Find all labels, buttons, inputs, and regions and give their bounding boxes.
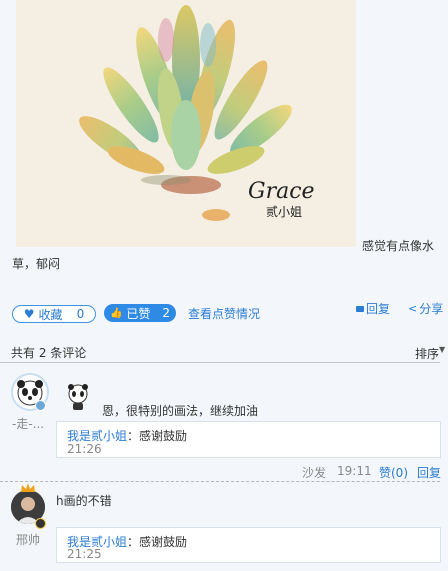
user-badge-icon bbox=[35, 400, 46, 411]
comment-count: 共有 2 条评论 bbox=[11, 346, 87, 360]
favorite-label: 收藏 bbox=[38, 307, 63, 322]
thumbs-up-icon: 👍 bbox=[109, 307, 123, 319]
reply-label: 回复 bbox=[366, 302, 391, 316]
reply-post-button[interactable]: 回复 bbox=[356, 300, 390, 317]
comment-username[interactable]: 邢帅 bbox=[16, 531, 40, 548]
comment-icon bbox=[356, 305, 364, 312]
post-caption-line1: 感觉有点像水 bbox=[362, 239, 435, 253]
reply-time: 21:25 bbox=[67, 547, 102, 561]
user-badge-icon bbox=[35, 518, 46, 529]
reply-box: 我是贰小姐：感谢鼓励 21:25 bbox=[56, 527, 441, 563]
comment-text: h画的不错 bbox=[56, 494, 112, 508]
comment-floor: 沙发 bbox=[302, 466, 327, 480]
reply-text: ：感谢鼓励 bbox=[127, 535, 188, 549]
artwork-author: 贰小姐 bbox=[266, 204, 302, 219]
reply-box: 我是贰小姐：感谢鼓励 21:26 bbox=[56, 421, 441, 458]
favorite-count: 0 bbox=[76, 307, 85, 321]
comment-like-button[interactable]: 赞(0) bbox=[379, 464, 408, 481]
liked-count: 2 bbox=[162, 306, 171, 320]
artwork-signature: Grace bbox=[248, 179, 315, 204]
comments-divider bbox=[0, 362, 440, 363]
view-likes-link[interactable]: 查看点赞情况 bbox=[188, 305, 260, 322]
sort-arrow-icon: ▼ bbox=[439, 345, 446, 354]
comment-separator bbox=[0, 481, 440, 482]
share-button[interactable]: < 分享 bbox=[408, 300, 443, 317]
comment-username[interactable]: -走-... bbox=[12, 415, 44, 432]
heart-icon: ♥ bbox=[23, 307, 35, 321]
panda-emoticon-icon bbox=[68, 384, 88, 410]
comment-reply-button[interactable]: 回复 bbox=[417, 464, 441, 481]
liked-button[interactable]: 👍 已赞 2 bbox=[104, 304, 176, 322]
sort-label: 排序 bbox=[415, 347, 440, 361]
share-label: 分享 bbox=[419, 302, 444, 316]
liked-label: 已赞 bbox=[126, 306, 151, 321]
succulent-painting: Grace 贰小姐 bbox=[79, 5, 315, 221]
favorite-button[interactable]: ♥ 收藏 0 bbox=[12, 305, 96, 323]
post-artwork-image[interactable]: Grace 贰小姐 bbox=[16, 0, 356, 247]
share-icon: < bbox=[408, 302, 418, 315]
post-caption-line2: 草，郁闷 bbox=[12, 257, 61, 271]
reply-username[interactable]: 我是贰小姐 bbox=[67, 429, 127, 443]
reply-time: 21:26 bbox=[67, 442, 102, 456]
crown-icon bbox=[21, 483, 35, 492]
comment-time: 19:11 bbox=[337, 464, 372, 478]
sort-button[interactable]: 排序 ▼ bbox=[415, 345, 445, 362]
reply-text: ：感谢鼓励 bbox=[127, 429, 188, 443]
comment-text: 恩，很特别的画法，继续加油 bbox=[102, 404, 259, 418]
